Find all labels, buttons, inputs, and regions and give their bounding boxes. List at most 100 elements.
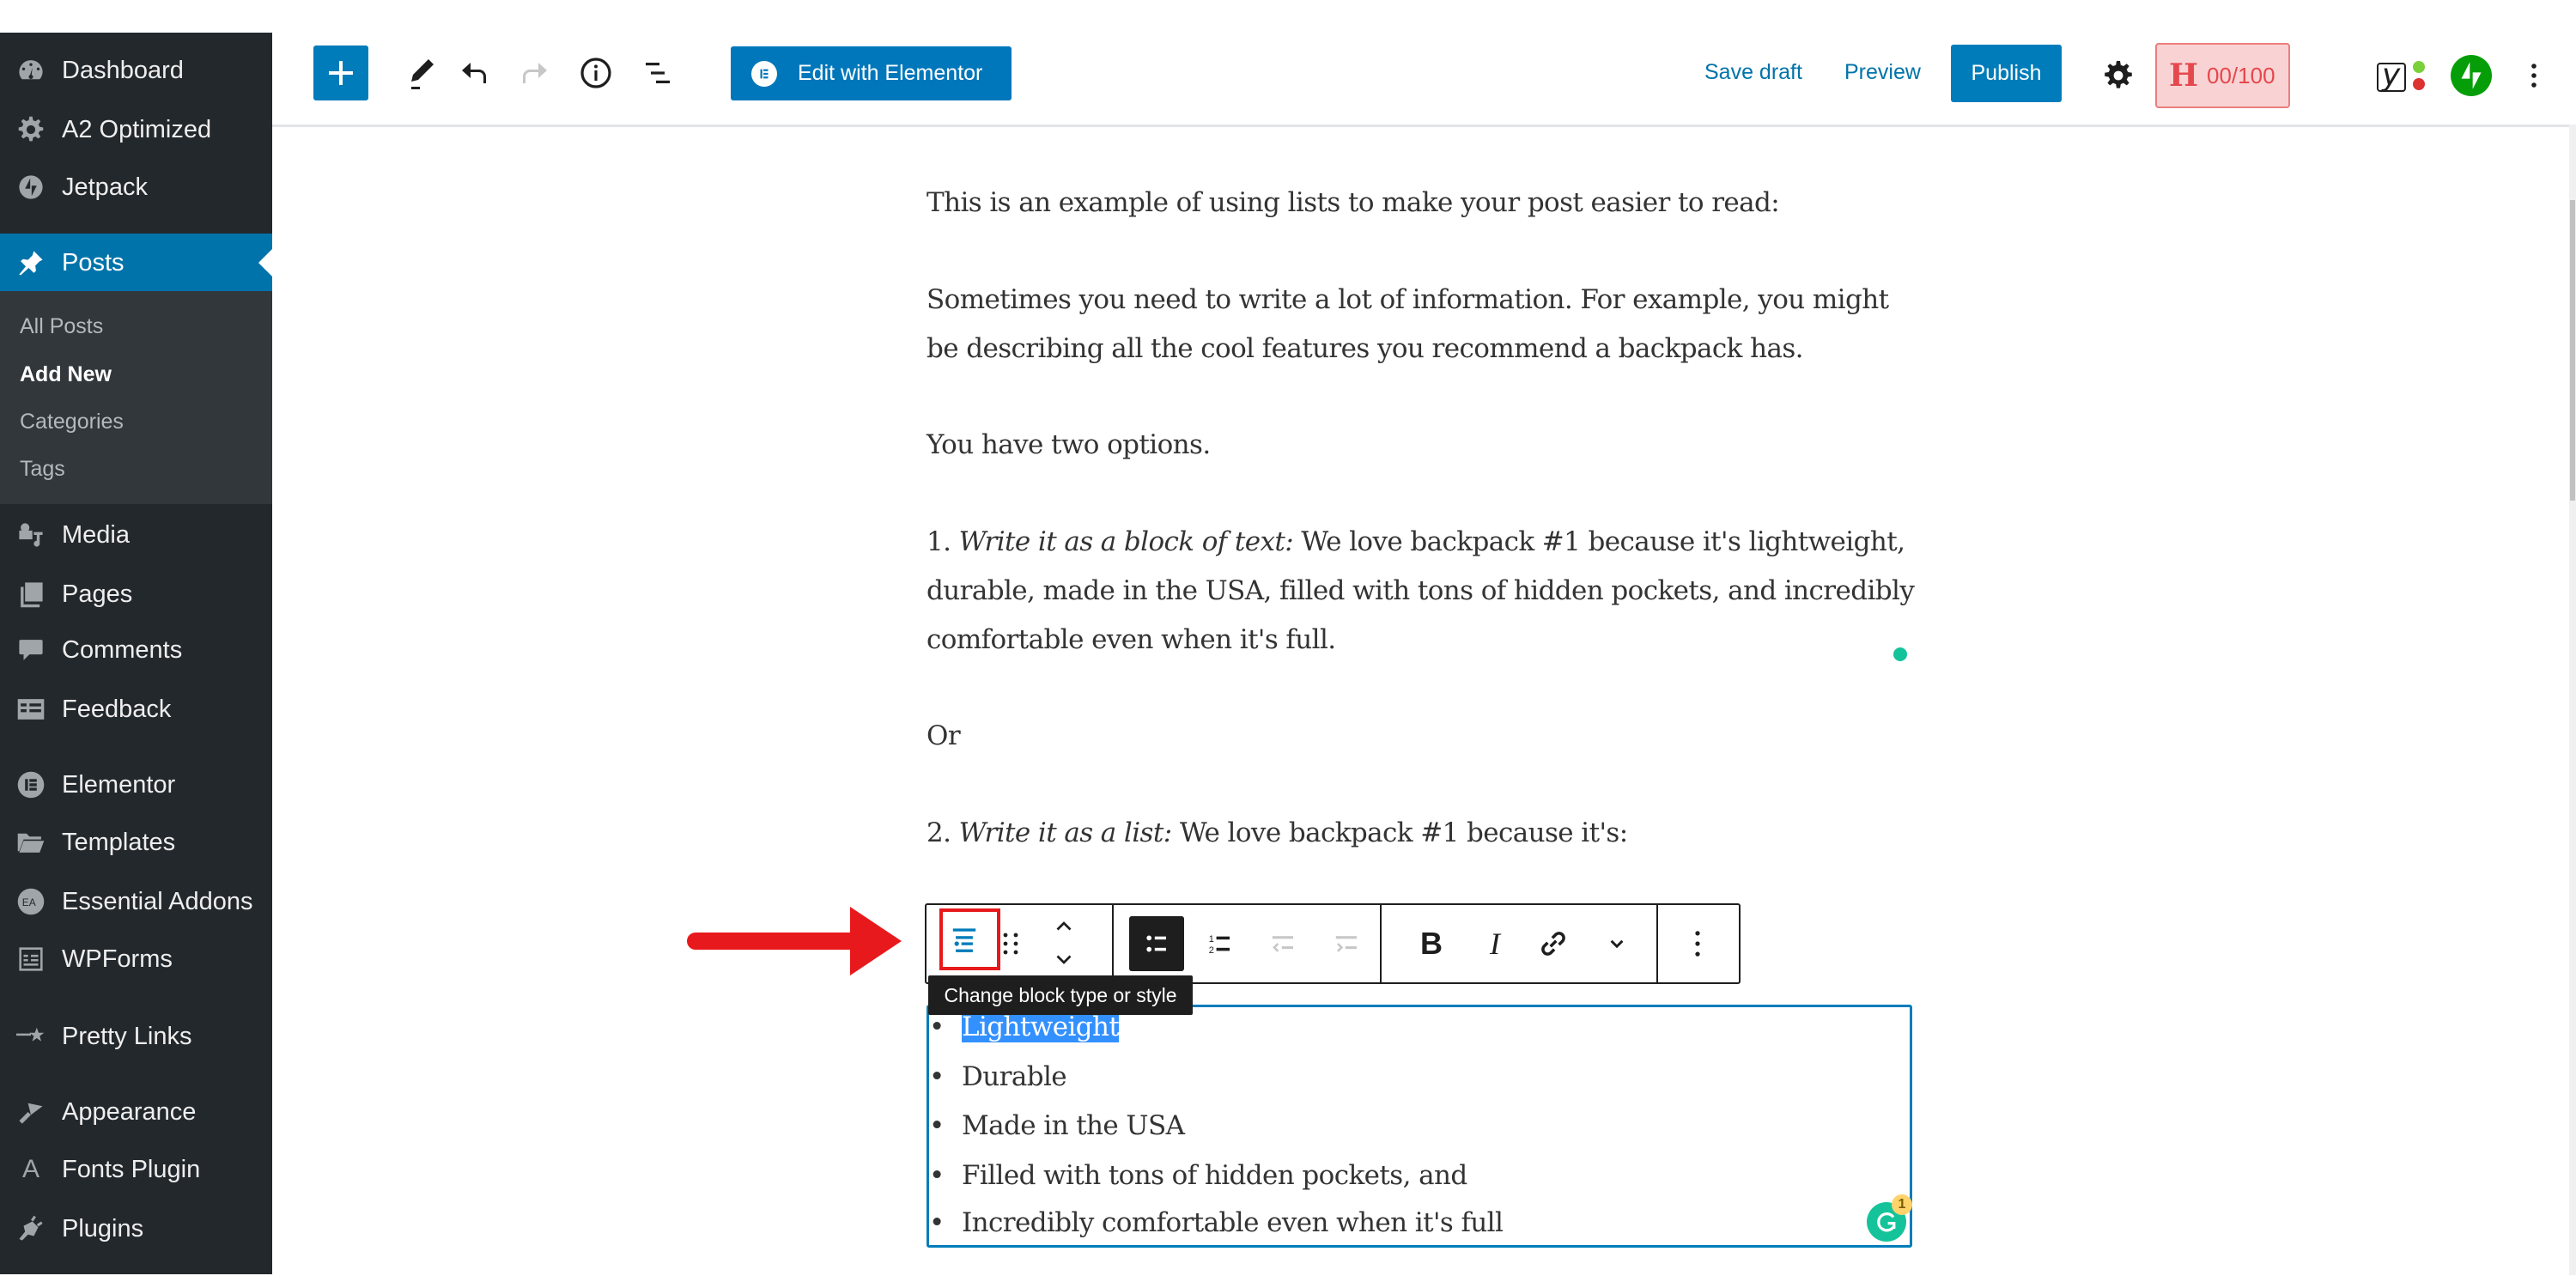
sidebar-item-templates[interactable]: Templates (0, 816, 272, 869)
sidebar-item-label: Fonts Plugin (62, 1155, 201, 1183)
sidebar-item-label: Media (62, 520, 130, 549)
paragraph-block[interactable]: 1. Write it as a block of text: We love … (927, 526, 1905, 557)
paragraph-block[interactable]: This is an example of using lists to mak… (927, 187, 1780, 218)
sidebar-item-appearance[interactable]: Appearance (0, 1085, 272, 1139)
undo-icon (462, 63, 486, 83)
block-toolbar: 12 B I (925, 903, 1741, 984)
list-item[interactable]: • Filled with tons of hidden pockets, and (929, 1160, 1467, 1191)
sidebar-item-wpforms[interactable]: WPForms (0, 933, 272, 986)
sidebar-item-fonts-plugin[interactable]: A Fonts Plugin (0, 1143, 272, 1196)
italic-button[interactable]: I (1467, 916, 1522, 971)
more-rich-text-controls-button[interactable] (1589, 916, 1644, 971)
sidebar-item-dashboard[interactable]: Dashboard (0, 44, 272, 97)
bullet-list-icon (1146, 935, 1166, 952)
sidebar-item-pretty-links[interactable]: Pretty Links (0, 1010, 272, 1063)
preview-button[interactable]: Preview (1844, 60, 1921, 85)
redo-button[interactable] (507, 46, 562, 100)
sidebar-item-label: Essential Addons (62, 887, 253, 915)
outdent-button[interactable] (1256, 916, 1311, 971)
undo-button[interactable] (447, 46, 501, 100)
bullet-marker: • (929, 1061, 945, 1092)
tools-button[interactable] (394, 46, 449, 100)
block-options-button[interactable] (1670, 916, 1725, 971)
sidebar-item-feedback[interactable]: Feedback (0, 683, 272, 736)
paragraph-block[interactable]: Or (927, 720, 961, 751)
sidebar-item-label: Templates (62, 828, 176, 856)
submenu-item-categories[interactable]: Categories (20, 410, 124, 434)
details-button[interactable] (568, 46, 623, 100)
headline-score-button[interactable]: H 00/100 (2155, 43, 2290, 108)
sidebar-item-label: Pretty Links (62, 1022, 192, 1050)
ordered-list-button[interactable]: 12 (1193, 916, 1248, 971)
sidebar-item-plugins[interactable]: Plugins (0, 1202, 272, 1255)
paragraph-block[interactable]: Sometimes you need to write a lot of inf… (927, 284, 1889, 315)
sidebar-item-essential-addons[interactable]: EA Essential Addons (0, 875, 272, 928)
sidebar-item-posts-inner: Posts (0, 236, 272, 289)
bold-button[interactable]: B (1404, 916, 1459, 971)
submenu-item-tags[interactable]: Tags (20, 457, 65, 482)
list-item[interactable]: • Lightweight (929, 1012, 1120, 1042)
jetpack-icon (15, 172, 46, 203)
save-draft-button[interactable]: Save draft (1704, 60, 1802, 85)
move-down-button[interactable] (1036, 943, 1091, 977)
svg-text:2: 2 (1209, 945, 1214, 956)
grammarly-status-dot[interactable] (1893, 647, 1907, 661)
more-options-button[interactable] (2513, 50, 2555, 101)
add-block-button[interactable] (313, 46, 368, 100)
paragraph-block-line[interactable]: be describing all the cool features you … (927, 333, 1803, 364)
tooltip: Change block type or style (928, 975, 1193, 1015)
sidebar-item-label: Pages (62, 580, 133, 608)
indent-icon (1335, 936, 1357, 952)
list-view-button[interactable] (630, 46, 685, 100)
settings-button[interactable] (2093, 50, 2144, 101)
unordered-list-button[interactable] (1129, 916, 1184, 971)
pages-icon (15, 579, 46, 610)
sidebar-item-comments[interactable]: Comments (0, 623, 272, 677)
essential-addons-icon: EA (15, 886, 46, 917)
option-text: We love backpack #1 because it's: (1171, 817, 1628, 848)
sidebar-item-elementor[interactable]: Elementor (0, 758, 272, 811)
sidebar-item-a2-optimized[interactable]: A2 Optimized (0, 103, 272, 156)
sidebar-item-pages[interactable]: Pages (0, 568, 272, 621)
kebab-menu-icon (1695, 931, 1700, 957)
gear-icon (2105, 61, 2132, 88)
option-number: 2. (927, 817, 959, 848)
chevron-down-icon (1610, 939, 1624, 949)
info-icon (580, 58, 611, 88)
indent-button[interactable] (1320, 916, 1375, 971)
bullet-marker: • (929, 1012, 945, 1042)
list-item[interactable]: • Incredibly comfortable even when it's f… (929, 1207, 1504, 1238)
list-item[interactable]: • Durable (929, 1061, 1067, 1092)
edit-with-elementor-label: Edit with Elementor (798, 61, 983, 85)
paragraph-block[interactable]: 2. Write it as a list: We love backpack … (927, 817, 1628, 848)
editor-scrollbar-thumb[interactable] (2570, 200, 2575, 501)
redo-icon (523, 63, 547, 83)
seo-score-dot-green (2413, 61, 2425, 73)
yoast-seo-button[interactable]: y (2377, 58, 2427, 97)
jetpack-bolt-icon (2461, 62, 2482, 89)
sidebar-item-label: Comments (62, 635, 183, 664)
move-up-button[interactable] (1036, 908, 1091, 943)
toolbar-divider (1380, 905, 1382, 982)
paragraph-block-line[interactable]: comfortable even when it's full. (927, 624, 1336, 655)
dashboard-icon (15, 55, 46, 86)
jetpack-button[interactable] (2451, 55, 2492, 96)
paragraph-block-line[interactable]: durable, made in the USA, filled with to… (927, 575, 1915, 606)
submenu-item-all-posts[interactable]: All Posts (20, 314, 103, 339)
pencil-icon (411, 59, 434, 89)
list-item[interactable]: • Made in the USA (929, 1110, 1185, 1141)
submenu-item-add-new[interactable]: Add New (20, 362, 112, 387)
link-button[interactable] (1526, 916, 1581, 971)
posts-submenu: All Posts Add New Categories Tags (0, 291, 272, 504)
paragraph-block[interactable]: You have two options. (927, 429, 1211, 460)
sidebar-item-media[interactable]: Media (0, 508, 272, 562)
chevron-down-icon (1056, 955, 1072, 964)
sidebar-item-posts[interactable]: Posts (0, 234, 272, 291)
sidebar-item-jetpack[interactable]: Jetpack (0, 161, 272, 214)
font-a-icon: A (21, 1155, 39, 1183)
sidebar-item-label: Dashboard (62, 56, 184, 84)
chevron-up-icon (1056, 921, 1072, 931)
edit-with-elementor-button[interactable]: Edit with Elementor (731, 46, 1012, 100)
publish-button[interactable]: Publish (1951, 45, 2062, 102)
list-item-text: Filled with tons of hidden pockets, and (962, 1160, 1467, 1191)
